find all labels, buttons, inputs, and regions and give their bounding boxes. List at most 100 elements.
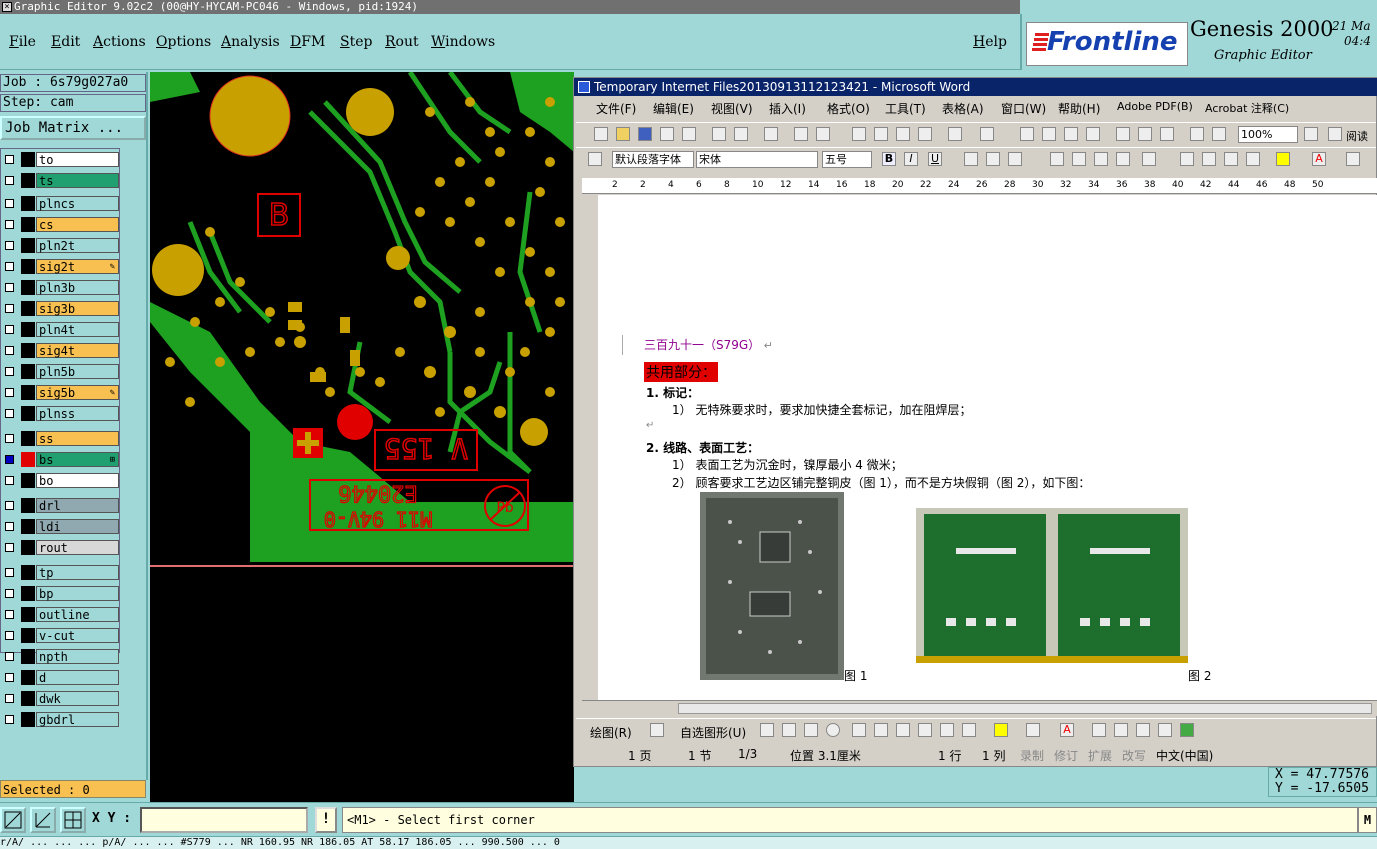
layer-checkbox[interactable] <box>5 589 14 598</box>
layer-row-cs[interactable]: cs <box>3 217 119 232</box>
layer-row-d[interactable]: d <box>3 670 119 685</box>
numbering-icon[interactable] <box>1180 152 1194 166</box>
layer-row-sig5b[interactable]: sig5b ✎ <box>3 385 119 400</box>
3d-icon[interactable] <box>1180 723 1194 737</box>
copy-icon[interactable] <box>874 127 888 141</box>
pcb-canvas[interactable]: B V 155 E20446 M11 94V-0 Pb C6 <box>150 72 574 802</box>
layer-checkbox[interactable] <box>5 501 14 510</box>
layer-checkbox[interactable] <box>5 715 14 724</box>
layer-row-sig3b[interactable]: sig3b <box>3 301 119 316</box>
bold-icon[interactable]: B <box>882 152 896 166</box>
layer-row-dwk[interactable]: dwk <box>3 691 119 706</box>
print-icon[interactable] <box>712 127 726 141</box>
shadow-icon[interactable] <box>1158 723 1172 737</box>
layer-name[interactable]: d <box>36 670 119 685</box>
document-page[interactable]: 三百九十一（S79G） ↵ 共用部分： 1. 标记： 1） 无特殊要求时，要求加… <box>582 195 1377 700</box>
layer-name[interactable]: rout <box>36 540 119 555</box>
layer-name[interactable]: outline <box>36 607 119 622</box>
highlight-icon[interactable] <box>1276 152 1290 166</box>
layer-color-swatch[interactable] <box>21 607 35 622</box>
format-painter-icon[interactable] <box>918 127 932 141</box>
font-combo[interactable]: 宋体 <box>696 151 818 168</box>
measure-button[interactable] <box>30 807 56 833</box>
line-color-icon[interactable] <box>1026 723 1040 737</box>
layer-name[interactable]: bo <box>36 473 119 488</box>
size-combo[interactable]: 五号 <box>822 151 872 168</box>
layer-row-npth[interactable]: npth <box>3 649 119 664</box>
layer-row-bo[interactable]: bo <box>3 473 119 488</box>
layer-color-swatch[interactable] <box>21 540 35 555</box>
layer-name[interactable]: pln2t <box>36 238 119 253</box>
horizontal-ruler[interactable]: 2 2 4 6 8 10 12 14 16 18 20 22 24 26 28 30 32 34 36 38 40 42 4… <box>582 178 1377 194</box>
layer-color-swatch[interactable] <box>21 565 35 580</box>
layer-name[interactable]: to <box>36 152 119 167</box>
word-menu-help[interactable]: 帮助(H) <box>1058 100 1100 117</box>
vertical-ruler[interactable] <box>582 195 598 700</box>
layer-row-pln4t[interactable]: pln4t <box>3 322 119 337</box>
layer-color-swatch[interactable] <box>21 431 35 446</box>
show-hide-icon[interactable] <box>1190 127 1204 141</box>
layer-name[interactable]: pln3b <box>36 280 119 295</box>
layer-row-ts[interactable]: ts <box>3 173 119 188</box>
layer-name[interactable]: pln4t <box>36 322 119 337</box>
document-map-icon[interactable] <box>1160 127 1174 141</box>
layer-color-swatch[interactable] <box>21 519 35 534</box>
layer-row-rout[interactable]: rout <box>3 540 119 555</box>
layer-row-to[interactable]: to <box>3 152 119 167</box>
layer-color-swatch[interactable] <box>21 649 35 664</box>
wordart-icon[interactable] <box>896 723 910 737</box>
layer-row-tp[interactable]: tp <box>3 565 119 580</box>
underline-icon[interactable]: U <box>928 152 942 166</box>
layer-color-swatch[interactable] <box>21 238 35 253</box>
layer-row-v-cut[interactable]: v-cut <box>3 628 119 643</box>
layer-row-pln3b[interactable]: pln3b <box>3 280 119 295</box>
layer-color-swatch[interactable] <box>21 473 35 488</box>
layer-row-plnss[interactable]: plnss <box>3 406 119 421</box>
menu-actions[interactable]: Actions <box>93 34 146 50</box>
alert-button[interactable]: ! <box>315 807 337 833</box>
layer-name[interactable]: tp <box>36 565 119 580</box>
layer-row-ldi[interactable]: ldi <box>3 519 119 534</box>
redo-icon[interactable] <box>980 127 994 141</box>
menu-windows[interactable]: Windows <box>431 34 495 50</box>
layer-checkbox[interactable] <box>5 694 14 703</box>
align-right-icon[interactable] <box>1094 152 1108 166</box>
select-objects-icon[interactable] <box>650 723 664 737</box>
layer-color-swatch[interactable] <box>21 259 35 274</box>
bullets-icon[interactable] <box>1202 152 1216 166</box>
menu-rout[interactable]: Rout <box>385 34 419 50</box>
word-menu-edit[interactable]: 编辑(E) <box>653 100 694 117</box>
layer-color-swatch[interactable] <box>21 343 35 358</box>
layer-row-sig2t[interactable]: sig2t ✎ <box>3 259 119 274</box>
layer-name[interactable]: sig4t <box>36 343 119 358</box>
word-menu-format[interactable]: 格式(O) <box>827 100 870 117</box>
print-preview-icon[interactable] <box>734 127 748 141</box>
arrow-icon[interactable] <box>782 723 796 737</box>
align-center-icon[interactable] <box>1072 152 1086 166</box>
layer-name[interactable]: dwk <box>36 691 119 706</box>
layer-checkbox[interactable] <box>5 346 14 355</box>
word-menu-acrobat[interactable]: Acrobat 注释(C) <box>1205 100 1289 116</box>
ink-icon[interactable] <box>1212 127 1226 141</box>
layer-checkbox[interactable] <box>5 434 14 443</box>
snap-grid-button[interactable] <box>60 807 86 833</box>
research-icon[interactable] <box>794 127 808 141</box>
layer-checkbox[interactable] <box>5 176 14 185</box>
fill-color-icon[interactable] <box>994 723 1008 737</box>
layer-name[interactable]: bs ⊞ <box>36 452 119 467</box>
menu-analysis[interactable]: Analysis <box>221 34 280 50</box>
layer-row-pln2t[interactable]: pln2t <box>3 238 119 253</box>
layer-color-swatch[interactable] <box>21 670 35 685</box>
layer-checkbox[interactable] <box>5 673 14 682</box>
status-track[interactable]: 修订 <box>1054 747 1078 764</box>
figure-1-image[interactable] <box>700 492 844 680</box>
layer-color-swatch[interactable] <box>21 586 35 601</box>
layer-checkbox[interactable] <box>5 610 14 619</box>
menu-options[interactable]: Options <box>156 34 211 50</box>
layer-checkbox[interactable] <box>5 652 14 661</box>
justify-icon[interactable] <box>1116 152 1130 166</box>
mouse-mode-button[interactable]: M <box>1358 807 1377 833</box>
layer-checkbox[interactable] <box>5 262 14 271</box>
phonetic-icon[interactable] <box>1346 152 1360 166</box>
layer-color-swatch[interactable] <box>21 280 35 295</box>
